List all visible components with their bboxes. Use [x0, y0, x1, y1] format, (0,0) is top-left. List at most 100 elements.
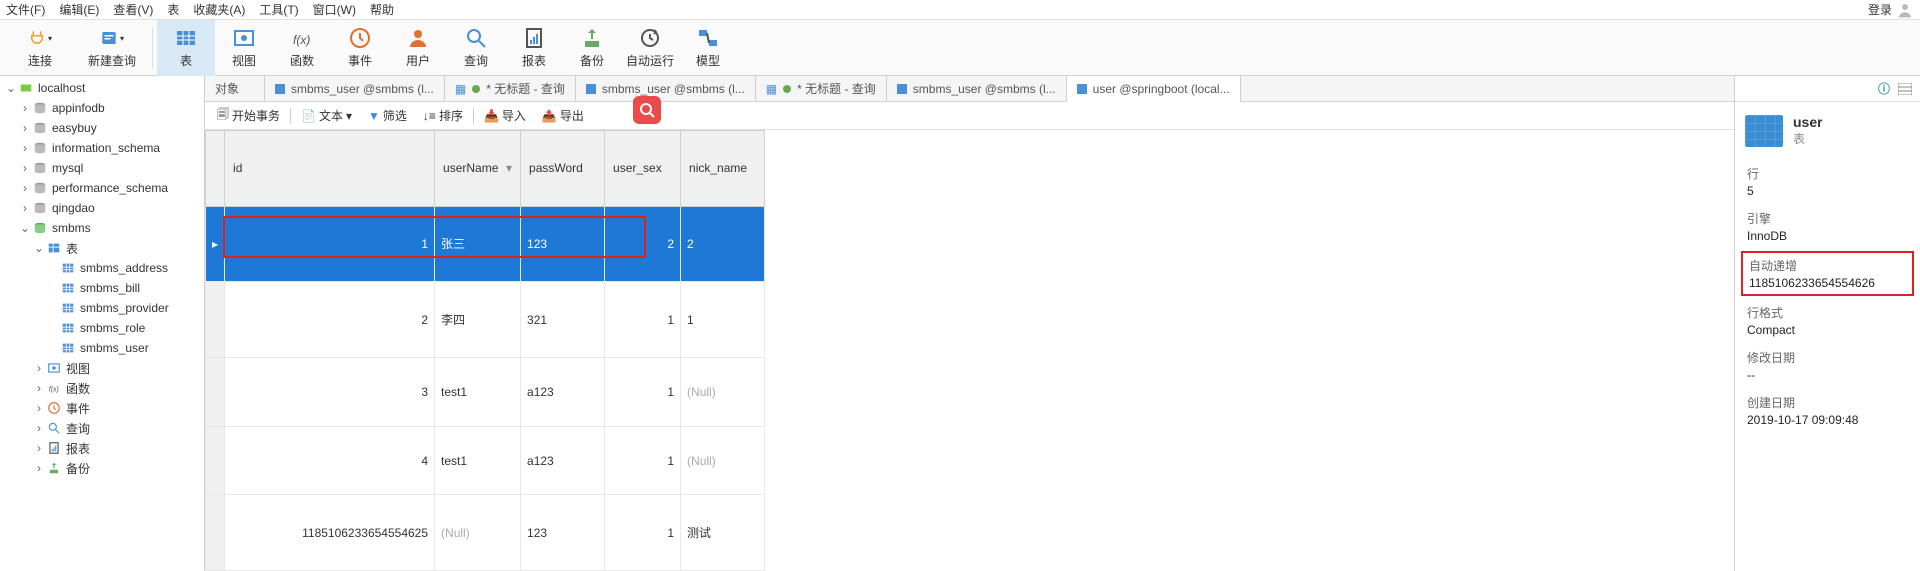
menu-item[interactable]: 帮助 — [370, 1, 394, 18]
data-cell[interactable]: a123 — [521, 426, 605, 495]
tree-node[interactable]: smbms_provider — [0, 298, 204, 318]
data-cell[interactable]: 321 — [521, 282, 605, 358]
toolbar-query-button[interactable]: ▾新建查询 — [76, 20, 148, 76]
login-button[interactable]: 登录 — [1868, 1, 1914, 19]
tree-twisty[interactable]: › — [18, 161, 32, 175]
toolbar-model-button[interactable]: 模型 — [679, 20, 737, 76]
data-cell[interactable]: 1185106233654554625 — [225, 495, 435, 571]
row-selector[interactable] — [206, 426, 225, 495]
data-cell[interactable]: (Null) — [435, 495, 521, 571]
tree-twisty[interactable]: › — [32, 421, 46, 435]
data-row[interactable]: 2李四32111 — [206, 282, 765, 358]
data-row[interactable]: ▸1张三12322 — [206, 206, 765, 282]
data-cell[interactable]: 123 — [521, 495, 605, 571]
data-cell[interactable]: test1 — [435, 357, 521, 426]
tree-node[interactable]: ›appinfodb — [0, 98, 204, 118]
info-icon[interactable]: ⓘ — [1878, 80, 1890, 97]
tree-twisty[interactable]: ⌄ — [18, 221, 32, 235]
row-selector[interactable] — [206, 357, 225, 426]
menu-item[interactable]: 查看(V) — [113, 1, 153, 18]
data-cell[interactable]: 1 — [605, 282, 681, 358]
begin-transaction-button[interactable]: 🗐 开始事务 — [211, 103, 286, 128]
data-grid[interactable]: iduserName ▾passWorduser_sexnick_name▸1张… — [205, 130, 765, 571]
grid-icon[interactable] — [1898, 83, 1912, 95]
data-cell[interactable]: 李四 — [435, 282, 521, 358]
tree-node[interactable]: ⌄smbms — [0, 218, 204, 238]
data-cell[interactable]: test1 — [435, 426, 521, 495]
export-button[interactable]: 📤 导出 — [536, 105, 590, 126]
tree-node[interactable]: ›performance_schema — [0, 178, 204, 198]
row-selector[interactable] — [206, 495, 225, 571]
menu-item[interactable]: 工具(T) — [259, 1, 298, 18]
data-cell[interactable]: 1 — [681, 282, 765, 358]
import-button[interactable]: 📥 导入 — [478, 105, 532, 126]
column-header[interactable]: user_sex — [605, 131, 681, 207]
data-row[interactable]: 3test1a1231(Null) — [206, 357, 765, 426]
row-selector[interactable] — [206, 282, 225, 358]
data-cell[interactable]: (Null) — [681, 426, 765, 495]
tree-node[interactable]: smbms_bill — [0, 278, 204, 298]
data-cell[interactable]: 2 — [681, 206, 765, 282]
tree-twisty[interactable]: › — [18, 101, 32, 115]
tree-node[interactable]: ›备份 — [0, 458, 204, 478]
data-cell[interactable]: a123 — [521, 357, 605, 426]
data-cell[interactable]: 1 — [605, 426, 681, 495]
toolbar-search-button[interactable]: 查询 — [447, 20, 505, 76]
tree-twisty[interactable]: ⌄ — [32, 241, 46, 255]
tree-node[interactable]: smbms_address — [0, 258, 204, 278]
tab[interactable]: smbms_user @smbms (l... — [576, 76, 756, 101]
column-header[interactable]: passWord — [521, 131, 605, 207]
toolbar-user-button[interactable]: 用户 — [389, 20, 447, 76]
tree-twisty[interactable]: › — [18, 201, 32, 215]
data-cell[interactable]: 3 — [225, 357, 435, 426]
tree-node[interactable]: ⌄localhost — [0, 78, 204, 98]
tree-node[interactable]: ›easybuy — [0, 118, 204, 138]
data-cell[interactable]: 张三 — [435, 206, 521, 282]
column-header[interactable]: id — [225, 131, 435, 207]
toolbar-table-button[interactable]: 表 — [157, 20, 215, 76]
menu-item[interactable]: 文件(F) — [6, 1, 45, 18]
menu-item[interactable]: 表 — [167, 1, 179, 18]
filter-button[interactable]: ▼ 筛选 — [362, 105, 413, 126]
toolbar-clock-button[interactable]: 事件 — [331, 20, 389, 76]
tab[interactable]: smbms_user @smbms (l... — [265, 76, 445, 101]
data-cell[interactable]: 123 — [521, 206, 605, 282]
tree-twisty[interactable]: › — [32, 461, 46, 475]
data-cell[interactable]: 4 — [225, 426, 435, 495]
toolbar-auto-button[interactable]: 自动运行 — [621, 20, 679, 76]
data-cell[interactable]: 1 — [605, 495, 681, 571]
menu-item[interactable]: 收藏夹(A) — [193, 1, 245, 18]
tree-node[interactable]: ›报表 — [0, 438, 204, 458]
tree-twisty[interactable]: › — [32, 441, 46, 455]
tree-twisty[interactable]: ⌄ — [4, 81, 18, 95]
tree-twisty[interactable]: › — [32, 381, 46, 395]
data-cell[interactable]: 1 — [225, 206, 435, 282]
tree-node[interactable]: ›qingdao — [0, 198, 204, 218]
tab[interactable]: smbms_user @smbms (l... — [887, 76, 1067, 101]
toolbar-view-button[interactable]: 视图 — [215, 20, 273, 76]
tree-node[interactable]: smbms_role — [0, 318, 204, 338]
row-selector[interactable]: ▸ — [206, 206, 225, 282]
tree-node[interactable]: ›f(x)函数 — [0, 378, 204, 398]
toolbar-plug-button[interactable]: ▾连接 — [4, 20, 76, 76]
text-button[interactable]: 📄 文本 ▾ — [295, 105, 358, 126]
data-cell[interactable]: 1 — [605, 357, 681, 426]
tree-twisty[interactable]: › — [18, 141, 32, 155]
data-cell[interactable]: (Null) — [681, 357, 765, 426]
data-cell[interactable]: 2 — [225, 282, 435, 358]
tree-node[interactable]: smbms_user — [0, 338, 204, 358]
tree-node[interactable]: ›mysql — [0, 158, 204, 178]
tab[interactable]: user @springboot (local... — [1067, 76, 1241, 102]
tree-node[interactable]: ›事件 — [0, 398, 204, 418]
tab[interactable]: ▦* 无标题 - 查询 — [756, 76, 887, 101]
tree-twisty[interactable]: › — [18, 121, 32, 135]
tree-node[interactable]: ›information_schema — [0, 138, 204, 158]
data-row[interactable]: 4test1a1231(Null) — [206, 426, 765, 495]
tree-node[interactable]: ›查询 — [0, 418, 204, 438]
column-header[interactable]: nick_name — [681, 131, 765, 207]
column-header[interactable]: userName ▾ — [435, 131, 521, 207]
tab[interactable]: 对象 — [205, 76, 265, 101]
toolbar-fx-button[interactable]: f(x)函数 — [273, 20, 331, 76]
tree-node[interactable]: ›视图 — [0, 358, 204, 378]
toolbar-report-button[interactable]: 报表 — [505, 20, 563, 76]
